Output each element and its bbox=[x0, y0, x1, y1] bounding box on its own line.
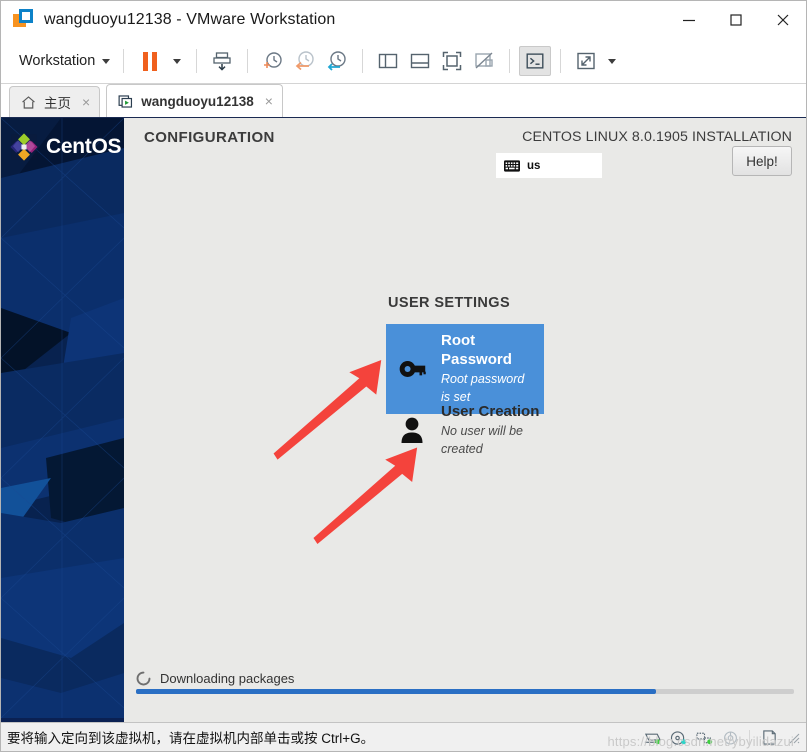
keyboard-icon bbox=[504, 159, 520, 172]
hard-disk-device-icon[interactable] bbox=[642, 728, 662, 748]
progress-bar-fill bbox=[136, 689, 656, 694]
toolbar-divider bbox=[509, 49, 511, 73]
revert-snapshot-button[interactable] bbox=[289, 46, 321, 76]
network-adapter-device-icon[interactable] bbox=[694, 728, 714, 748]
stretch-dropdown-button[interactable] bbox=[602, 46, 622, 76]
tab-close-icon[interactable]: × bbox=[265, 94, 273, 108]
close-button[interactable] bbox=[759, 1, 806, 39]
unity-mode-button[interactable] bbox=[468, 46, 500, 76]
installation-label: CENTOS LINUX 8.0.1905 INSTALLATION bbox=[522, 129, 792, 145]
tab-home[interactable]: 主页 × bbox=[9, 86, 101, 117]
fullscreen-icon bbox=[443, 51, 462, 71]
stretch-guest-button[interactable] bbox=[570, 46, 602, 76]
pause-vm-button[interactable] bbox=[133, 46, 167, 76]
centos-brand: CentOS bbox=[7, 130, 122, 164]
workstation-menu-button[interactable]: Workstation bbox=[15, 50, 114, 72]
window-controls bbox=[665, 1, 806, 39]
main-toolbar: Workstation bbox=[1, 39, 806, 84]
spoke-user-creation-title: User Creation bbox=[441, 403, 540, 420]
spinner-icon bbox=[136, 671, 151, 686]
vm-play-icon bbox=[118, 94, 133, 108]
status-device-icons bbox=[642, 723, 800, 752]
centos-logo-icon bbox=[10, 133, 38, 161]
vm-console-viewport[interactable]: CentOS CONFIGURATION CENTOS LINUX 8.0.19… bbox=[1, 117, 806, 722]
home-icon bbox=[22, 95, 35, 109]
pause-dropdown-button[interactable] bbox=[167, 46, 187, 76]
pause-icon bbox=[143, 51, 158, 71]
toolbar-divider bbox=[196, 49, 198, 73]
minimize-button[interactable] bbox=[665, 1, 712, 39]
progress-label: Downloading packages bbox=[160, 671, 295, 686]
library-pane-icon bbox=[379, 53, 398, 69]
usb-device-icon[interactable] bbox=[720, 728, 740, 748]
person-icon bbox=[396, 416, 428, 444]
tab-wangduoyu12138[interactable]: wangduoyu12138 × bbox=[106, 84, 283, 117]
window-title: wangduoyu12138 - VMware Workstation bbox=[44, 11, 336, 28]
user-settings-heading: USER SETTINGS bbox=[388, 295, 511, 311]
arrow-to-root-password bbox=[273, 360, 382, 460]
help-button[interactable]: Help! bbox=[732, 146, 792, 176]
clock-plus-icon bbox=[264, 52, 282, 68]
thumbnail-bar-icon bbox=[411, 53, 430, 69]
tab-vm-label: wangduoyu12138 bbox=[141, 93, 254, 109]
show-library-button[interactable] bbox=[372, 46, 404, 76]
tab-close-icon[interactable]: × bbox=[82, 95, 90, 109]
workstation-menu-label: Workstation bbox=[19, 53, 96, 69]
status-divider bbox=[749, 729, 750, 746]
clock-revert-icon bbox=[296, 51, 314, 71]
spoke-user-creation-subtitle: No user will be created bbox=[441, 423, 523, 456]
toolbar-divider bbox=[247, 49, 249, 73]
take-snapshot-button[interactable] bbox=[257, 46, 289, 76]
installer-sidebar: CentOS bbox=[1, 118, 124, 722]
tab-home-label: 主页 bbox=[44, 96, 71, 111]
progress-bar-track bbox=[136, 689, 794, 694]
centos-wordmark: CentOS bbox=[46, 135, 122, 158]
cd-dvd-device-icon[interactable] bbox=[668, 728, 688, 748]
key-icon bbox=[396, 358, 428, 380]
maximize-button[interactable] bbox=[712, 1, 759, 39]
status-bar: 要将输入定向到该虚拟机，请在虚拟机内部单击或按 Ctrl+G。 https://… bbox=[1, 722, 806, 751]
toolbar-divider bbox=[560, 49, 562, 73]
show-thumbnail-button[interactable] bbox=[404, 46, 436, 76]
sidebar-pattern bbox=[1, 118, 124, 718]
spoke-user-creation[interactable]: User Creation No user will be created bbox=[386, 395, 556, 466]
printer-device-icon[interactable] bbox=[759, 728, 779, 748]
spoke-root-password-title: Root Password bbox=[441, 332, 512, 368]
tab-strip: 主页 × wangduoyu12138 × bbox=[1, 84, 806, 117]
vmware-workstation-window: wangduoyu12138 - VMware Workstation Work… bbox=[0, 0, 807, 752]
title-bar: wangduoyu12138 - VMware Workstation bbox=[1, 1, 806, 39]
stretch-arrows-icon bbox=[577, 52, 595, 70]
full-screen-button[interactable] bbox=[436, 46, 468, 76]
manage-snapshot-button[interactable] bbox=[206, 46, 238, 76]
chevron-down-icon bbox=[102, 58, 111, 64]
vmware-logo-icon bbox=[13, 9, 35, 31]
clock-wrench-icon bbox=[328, 51, 346, 71]
unity-mode-icon bbox=[475, 52, 493, 69]
toolbar-divider bbox=[362, 49, 364, 73]
spoke-user-creation-text: User Creation No user will be created bbox=[441, 403, 546, 458]
snapshot-manager-button[interactable] bbox=[321, 46, 353, 76]
status-message: 要将输入定向到该虚拟机，请在虚拟机内部单击或按 Ctrl+G。 bbox=[7, 731, 375, 746]
chevron-down-icon bbox=[173, 58, 182, 64]
console-terminal-icon bbox=[526, 53, 544, 69]
keyboard-layout-indicator[interactable]: us bbox=[496, 153, 602, 178]
snapshot-stack-icon bbox=[213, 52, 231, 71]
toolbar-divider bbox=[123, 49, 125, 73]
console-view-button[interactable] bbox=[519, 46, 552, 76]
installation-progress-row: Downloading packages bbox=[136, 671, 294, 686]
chevron-down-icon bbox=[608, 58, 617, 64]
keyboard-layout-value: us bbox=[527, 159, 541, 172]
resize-grip-icon[interactable] bbox=[787, 731, 800, 744]
page-title: CONFIGURATION bbox=[144, 129, 275, 146]
installer-main-panel: CONFIGURATION CENTOS LINUX 8.0.1905 INST… bbox=[124, 118, 806, 722]
